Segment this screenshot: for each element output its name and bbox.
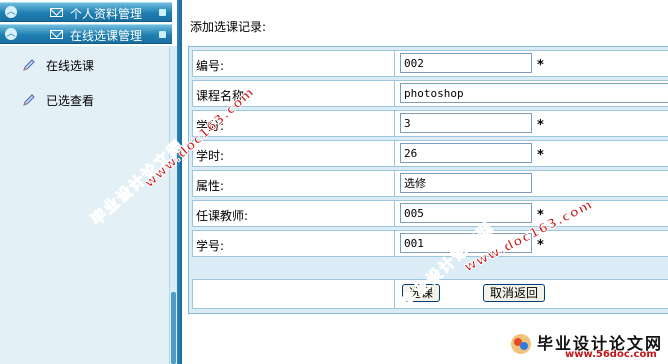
envelope-icon bbox=[50, 30, 63, 39]
field-label: 学号: bbox=[196, 239, 225, 253]
sidebar-header-label: 个人资料管理 bbox=[70, 7, 143, 21]
chevron-up-icon: ︿ bbox=[5, 6, 17, 18]
sidebar-header-course[interactable]: ︿ 在线选课管理 bbox=[0, 24, 172, 44]
attribute-input[interactable] bbox=[400, 173, 532, 193]
site-logo: 毕业设计论文网 www.56doc.com bbox=[505, 328, 668, 364]
pencil-icon bbox=[23, 59, 35, 71]
main-content: 添加选课记录: 编号: * 课程名称: 学分: * 学时: * 属性: 任课教师… bbox=[182, 0, 668, 364]
sidebar-header-profile[interactable]: ︿ 个人资料管理 bbox=[0, 2, 172, 22]
pencil-icon bbox=[23, 94, 35, 106]
hours-input[interactable] bbox=[400, 143, 532, 163]
logo-url: www.56doc.com bbox=[565, 349, 657, 360]
scrollbar-thumb[interactable] bbox=[171, 292, 176, 364]
required-mark: * bbox=[537, 148, 544, 163]
sidebar-item-label: 已选查看 bbox=[46, 93, 95, 108]
form-row-attribute: 属性: bbox=[192, 170, 668, 197]
id-input[interactable] bbox=[400, 53, 532, 73]
teacher-input[interactable] bbox=[400, 203, 532, 223]
sidebar-menu: 在线选课 已选查看 bbox=[0, 46, 172, 364]
field-label: 编号: bbox=[196, 59, 225, 73]
collapse-icon bbox=[159, 31, 166, 38]
credit-input[interactable] bbox=[400, 113, 532, 133]
form-row-teacher: 任课教师: * bbox=[192, 200, 668, 227]
course-name-input[interactable] bbox=[400, 83, 668, 103]
required-mark: * bbox=[537, 238, 544, 253]
logo-icon bbox=[511, 334, 531, 354]
collapse-icon bbox=[159, 9, 166, 16]
form-row-hours: 学时: * bbox=[192, 140, 668, 167]
form-title: 添加选课记录: bbox=[190, 20, 267, 34]
envelope-icon bbox=[50, 8, 63, 17]
field-label: 学时: bbox=[196, 149, 225, 163]
chevron-up-icon: ︿ bbox=[5, 28, 17, 40]
form-row-credit: 学分: * bbox=[192, 110, 668, 137]
sidebar-scrollbar[interactable] bbox=[169, 46, 177, 364]
form-row-student-id: 学号: * bbox=[192, 230, 668, 257]
field-label: 任课教师: bbox=[196, 209, 249, 223]
sidebar-item-online-selection[interactable]: 在线选课 bbox=[22, 56, 94, 74]
required-mark: * bbox=[537, 58, 544, 73]
sidebar-item-label: 在线选课 bbox=[46, 58, 95, 73]
sidebar-item-selected-view[interactable]: 已选查看 bbox=[22, 91, 94, 109]
form-row-course-name: 课程名称: bbox=[192, 80, 668, 107]
required-mark: * bbox=[537, 118, 544, 133]
form-row-id: 编号: * bbox=[192, 50, 668, 77]
cancel-return-button[interactable]: 取消返回 bbox=[483, 284, 546, 302]
field-label: 属性: bbox=[196, 179, 225, 193]
sidebar-header-label: 在线选课管理 bbox=[70, 29, 143, 43]
